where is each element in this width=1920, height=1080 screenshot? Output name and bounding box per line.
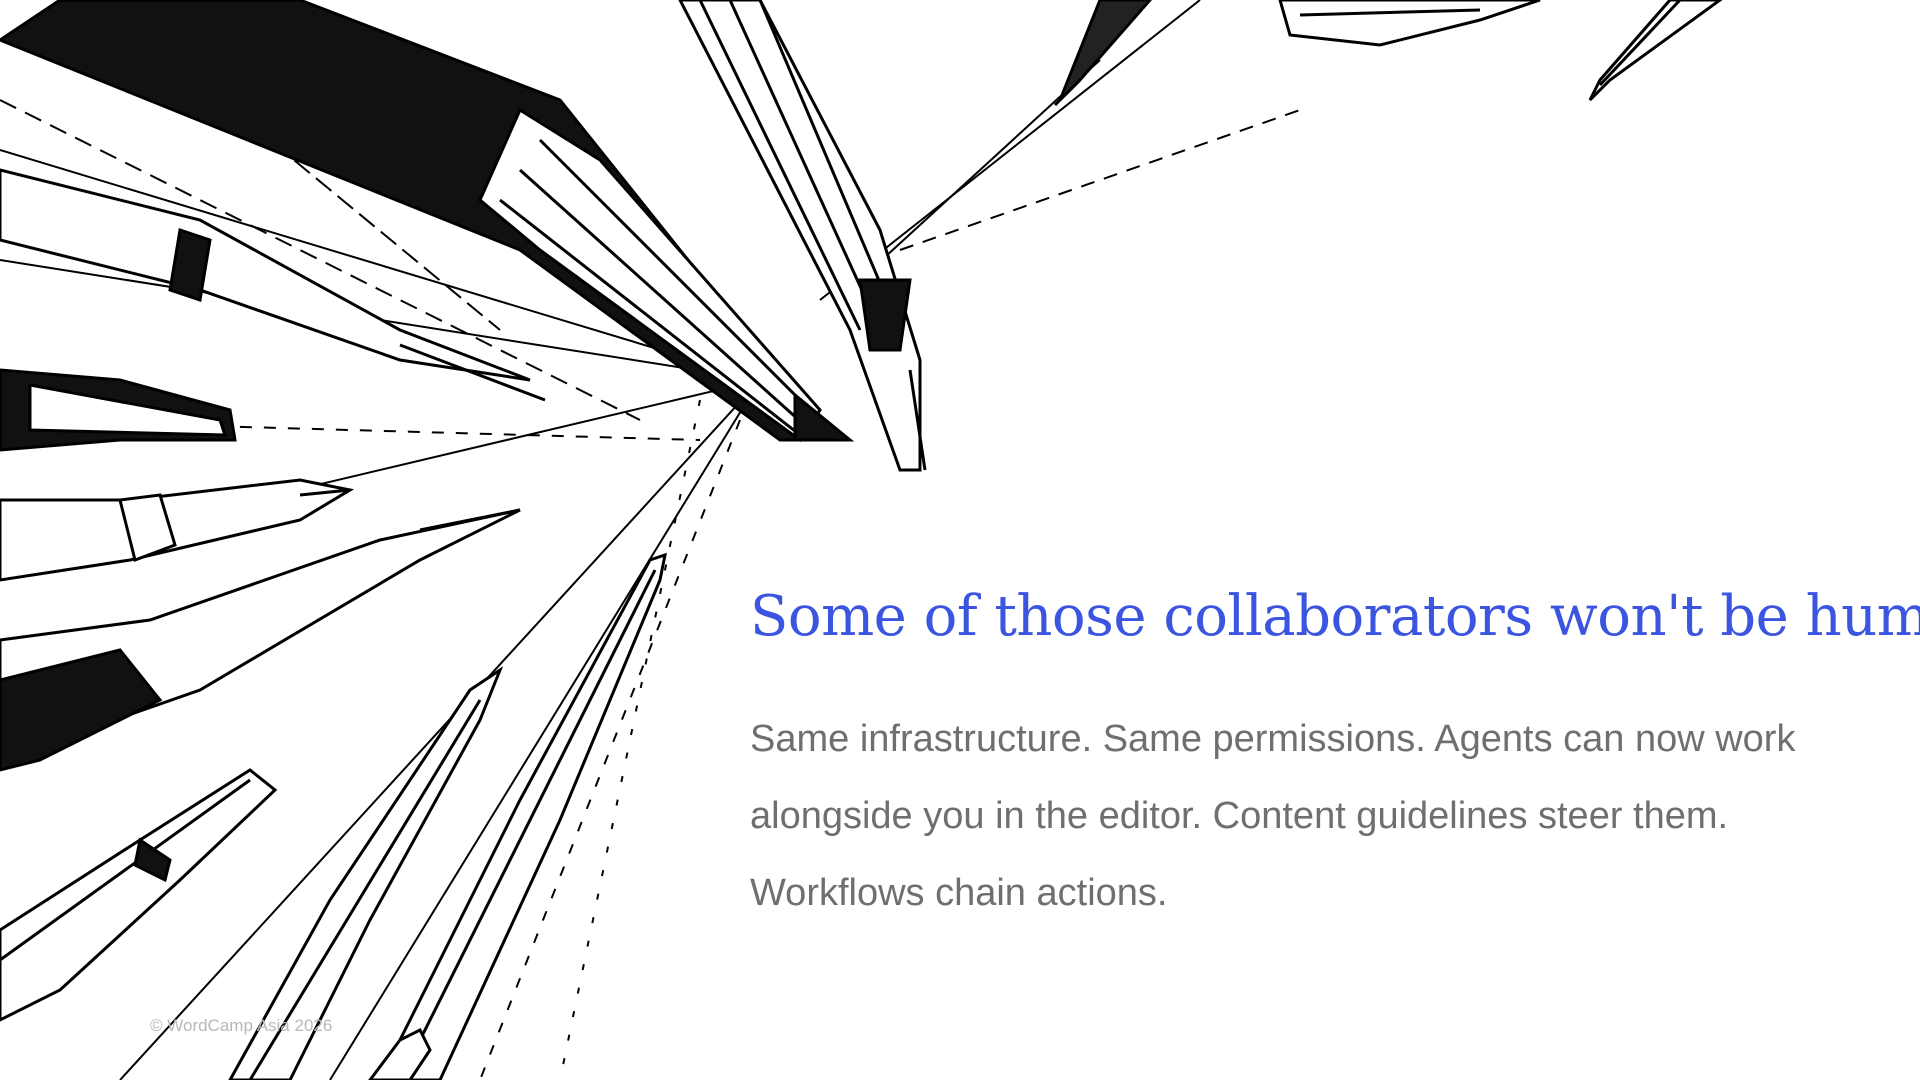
slide: Some of those collaborators won't be hum… <box>0 0 1920 1080</box>
pen-left-3 <box>0 478 355 582</box>
slide-content: Some of those collaborators won't be hum… <box>750 584 1920 932</box>
pen-top-right-2 <box>1278 0 1541 47</box>
pen-top-right-1 <box>1053 0 1152 107</box>
pen-left-2 <box>0 368 237 452</box>
slide-body-text: Same infrastructure. Same permissions. A… <box>750 718 1796 915</box>
slide-footer: © WordCamp Asia 2026 <box>150 1016 333 1035</box>
pen-top-right-3 <box>1588 0 1723 102</box>
slide-title: Some of those collaborators won't be hum… <box>750 584 1920 649</box>
pen-left-5 <box>0 768 278 1022</box>
